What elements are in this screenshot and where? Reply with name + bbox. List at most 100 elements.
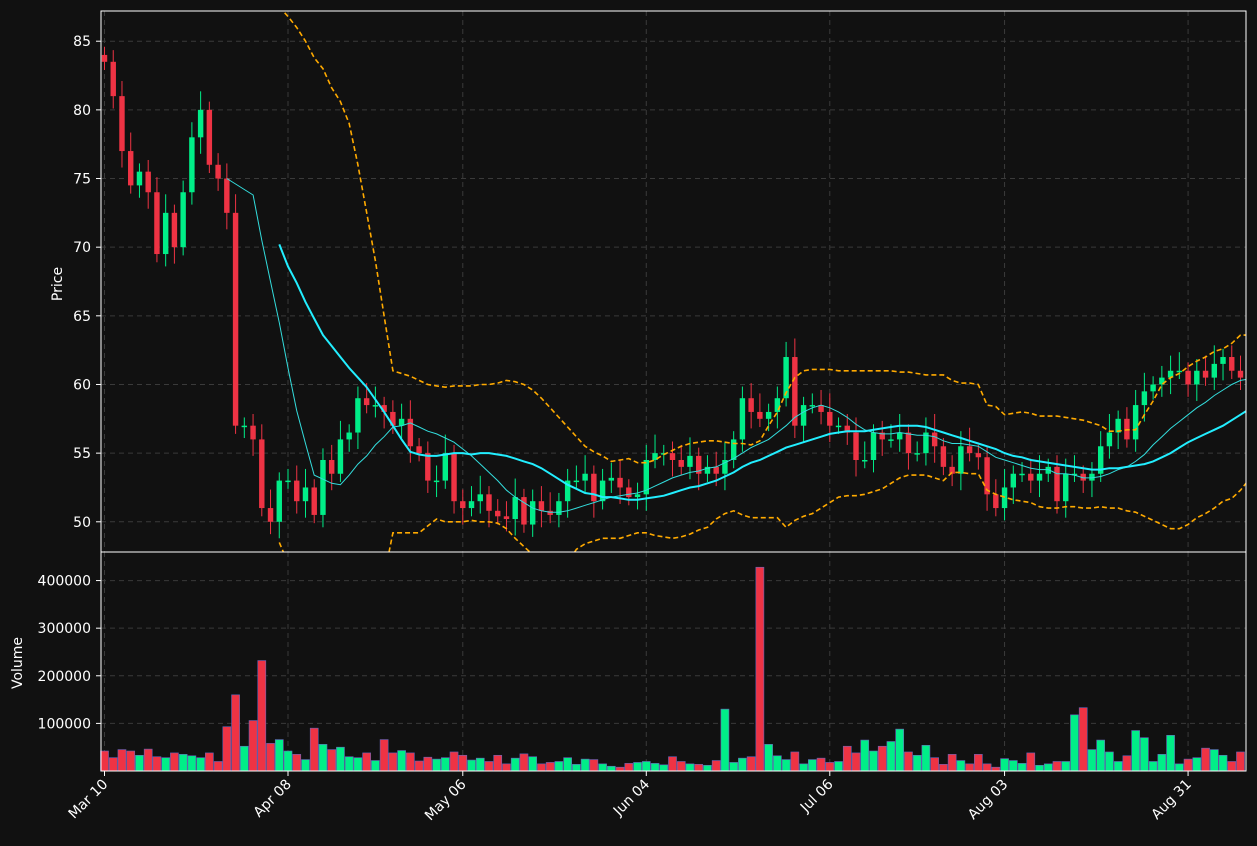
candle-body	[250, 425, 256, 440]
volume-bar	[589, 759, 599, 772]
volume-tick-label: 100000	[38, 716, 91, 732]
volume-bar	[519, 753, 529, 772]
candle-body	[669, 453, 676, 461]
candle-body	[896, 432, 903, 440]
volume-bar	[309, 727, 319, 772]
volume-bar	[773, 755, 782, 772]
volume-bar	[1218, 754, 1228, 772]
volume-bar	[344, 756, 354, 772]
candle-body	[503, 516, 510, 520]
candle-body	[678, 460, 684, 467]
volume-tick-label: 200000	[38, 669, 91, 685]
candle-body	[774, 398, 781, 412]
volume-bar	[187, 755, 197, 772]
candle-body	[905, 432, 912, 454]
volume-bar	[257, 660, 267, 772]
candle-body	[477, 494, 483, 502]
volume-bar	[921, 744, 931, 772]
volume-bar	[956, 760, 966, 772]
volume-bar	[1096, 739, 1106, 772]
volume-bar	[650, 763, 660, 772]
volume-bar	[213, 761, 223, 772]
volume-bar	[205, 752, 214, 772]
volume-bar	[196, 757, 205, 772]
volume-bar	[231, 694, 240, 772]
volume-bar	[886, 741, 896, 772]
candle-body	[1010, 473, 1017, 488]
candle-body	[425, 453, 431, 481]
candle-body	[529, 501, 536, 525]
volume-bar	[947, 754, 957, 772]
candle-body	[224, 178, 230, 213]
volume-bar	[143, 748, 153, 772]
volume-bar	[930, 757, 939, 772]
candle-body	[1132, 405, 1139, 440]
volume-bar	[336, 746, 345, 772]
volume-bar	[528, 756, 538, 772]
volume-bar	[292, 754, 302, 772]
volume-bar	[694, 764, 704, 772]
candle-body	[328, 460, 335, 474]
candle-body	[451, 453, 457, 502]
candle-body	[713, 466, 719, 474]
figure-background	[0, 0, 1257, 842]
candle-body	[215, 164, 221, 179]
candle-body	[940, 446, 947, 467]
volume-bar	[170, 752, 179, 772]
candle-body	[1019, 473, 1025, 476]
volume-bar	[755, 566, 765, 772]
volume-bar	[965, 763, 974, 772]
volume-bar	[877, 745, 887, 772]
volume-bar	[248, 720, 258, 772]
candle-body	[101, 54, 108, 62]
candle-body	[119, 96, 125, 152]
volume-bar	[659, 764, 669, 772]
volume-bar	[1131, 730, 1140, 772]
volume-bar	[703, 764, 712, 772]
candle-body	[276, 480, 282, 522]
candle-body	[145, 171, 151, 193]
candle-body	[1036, 473, 1043, 481]
volume-bar	[100, 750, 109, 772]
volume-bar	[1175, 763, 1184, 772]
candle-body	[136, 171, 143, 186]
candle-body	[573, 480, 580, 483]
volume-bar	[668, 756, 677, 772]
volume-bar	[851, 752, 861, 772]
volume-bar	[1236, 751, 1245, 772]
candle-body	[599, 480, 606, 502]
volume-bar	[178, 754, 188, 772]
candle-body	[757, 411, 763, 419]
volume-bar	[1035, 764, 1044, 772]
volume-bar	[825, 762, 835, 772]
volume-bar	[152, 756, 162, 772]
volume-bar	[1008, 760, 1018, 772]
volume-bar	[362, 752, 371, 772]
candle-body	[966, 446, 973, 454]
volume-bar	[414, 760, 424, 772]
volume-bar	[738, 757, 747, 772]
candle-body	[1229, 357, 1235, 371]
chart-figure: 50 55 60 65 70 75 80 85 100000 200000 300000 40000…	[0, 0, 1257, 842]
candle-body	[862, 460, 868, 462]
volume-bar	[781, 759, 791, 772]
volume-bar	[537, 763, 546, 772]
price-tick-label: 75	[73, 172, 91, 188]
volume-bar	[1166, 734, 1175, 772]
candle-body	[416, 446, 422, 454]
volume-bar	[388, 752, 398, 772]
candle-body	[827, 411, 833, 426]
volume-bar	[720, 708, 730, 772]
candle-body	[486, 494, 492, 511]
candle-body	[958, 446, 964, 474]
volume-bar	[1183, 758, 1193, 772]
volume-bar	[1087, 749, 1097, 772]
candle-body	[687, 455, 693, 467]
volume-bar	[895, 728, 905, 772]
candle-body	[232, 212, 239, 426]
volume-bar	[1052, 761, 1062, 772]
candle-body	[1185, 370, 1191, 385]
volume-bar	[423, 756, 433, 772]
volume-bar	[1122, 755, 1132, 772]
candle-body	[128, 151, 134, 186]
